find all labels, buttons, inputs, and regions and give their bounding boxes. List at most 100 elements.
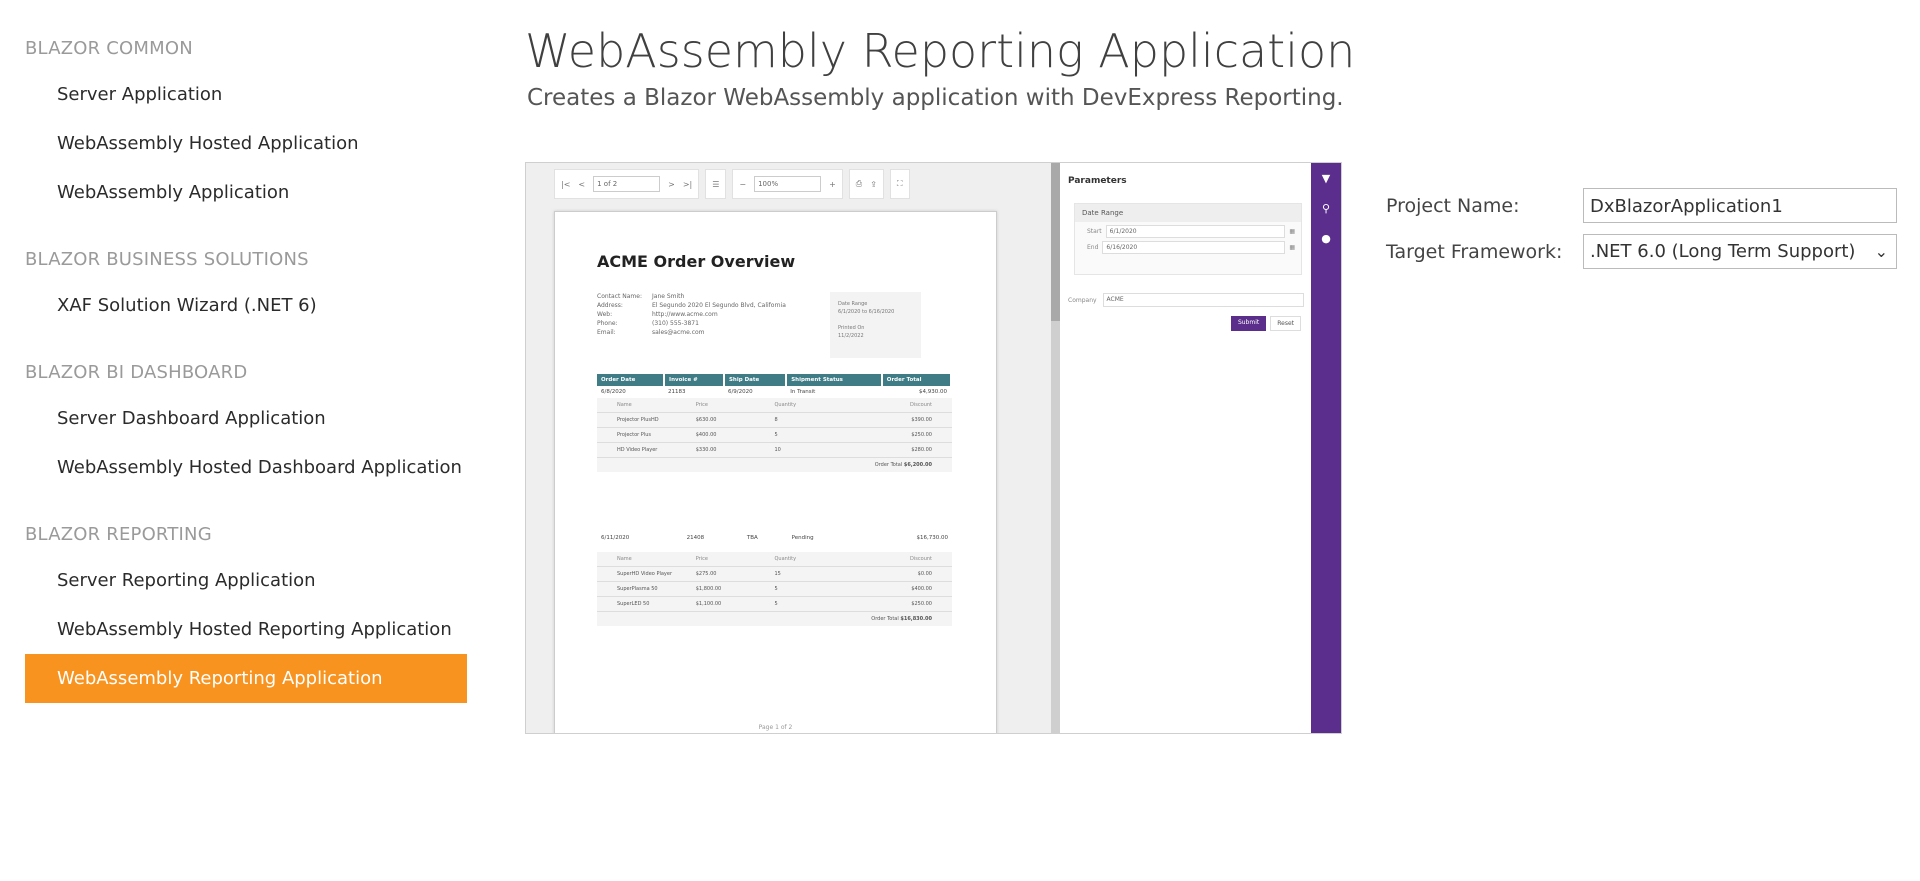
detail-cell: Projector PlusHD	[617, 417, 659, 423]
company-field: ACME	[1102, 293, 1304, 307]
end-label: End	[1087, 244, 1099, 251]
detail-cell: 5	[774, 586, 778, 592]
nav-item-server-application[interactable]: Server Application	[25, 70, 467, 119]
group-header-blazor-bi-dashboard: BLAZOR BI DASHBOARD	[25, 362, 248, 383]
target-framework-select[interactable]: .NET 6.0 (Long Term Support) ⌄	[1583, 234, 1897, 269]
chevron-down-icon: ⌄	[1874, 242, 1888, 261]
detail-cell: $250.00	[911, 601, 932, 607]
detail-cell: SuperPlasma 50	[617, 586, 658, 592]
order-detail-1: Name Price Quantity Discount Projector Plus…	[597, 398, 952, 472]
detail-header: Quantity	[774, 556, 797, 562]
report-viewer-area: |< < 1 of 2 > >| ☰ − 100% + ⎙ ⇪ ⛶ ACME O…	[526, 163, 1051, 733]
submit-button: Submit	[1230, 316, 1267, 331]
nav-item-server-dashboard-application[interactable]: Server Dashboard Application	[25, 394, 467, 443]
nav-item-xaf-solution-wizard[interactable]: XAF Solution Wizard (.NET 6)	[25, 281, 467, 330]
last-page-icon: >|	[682, 179, 693, 189]
column-header: Shipment Status	[786, 374, 883, 386]
end-date-field: 6/16/2020	[1102, 241, 1286, 254]
first-page-icon: |<	[561, 179, 571, 189]
multipage-icon: ☰	[712, 179, 720, 189]
parameters-title: Parameters	[1068, 176, 1127, 186]
nav-item-webassembly-hosted-dashboard-application[interactable]: WebAssembly Hosted Dashboard Application	[25, 443, 467, 492]
detail-cell: 5	[774, 432, 778, 438]
detail-cell: $400.00	[911, 586, 932, 592]
reset-button: Reset	[1270, 316, 1301, 331]
preview-scrollbar-thumb	[1051, 163, 1060, 321]
start-date-field: 6/1/2020	[1105, 225, 1286, 238]
list-item: SuperLED 50 $1,100.00 5 $250.00	[597, 597, 952, 612]
printed-label: Printed On	[838, 325, 865, 331]
date-range-box: Date Range 6/1/2020 to 6/16/2020 Printed…	[830, 292, 921, 358]
company-label: Company	[1068, 296, 1097, 304]
page-input: 1 of 2	[593, 176, 661, 192]
prev-page-icon: <	[578, 179, 586, 189]
table-row: 6/11/2020 21408 TBA Pending $16,730.00	[597, 532, 952, 544]
contact-value: (310) 555-3871	[652, 320, 699, 327]
template-preview-image: |< < 1 of 2 > >| ☰ − 100% + ⎙ ⇪ ⛶ ACME O…	[525, 162, 1342, 734]
zoom-out-icon: −	[739, 179, 747, 189]
detail-header: Price	[695, 556, 708, 562]
viewer-tab-strip: ▼ ⚲ ●	[1311, 163, 1341, 733]
parameters-panel: Parameters Date Range Start 6/1/2020 ▦ E…	[1060, 163, 1311, 733]
nav-item-webassembly-application[interactable]: WebAssembly Application	[25, 168, 467, 217]
contact-label: Contact Name:	[597, 293, 642, 300]
nav-item-server-reporting-application[interactable]: Server Reporting Application	[25, 556, 467, 605]
nav-item-webassembly-hosted-application[interactable]: WebAssembly Hosted Application	[25, 119, 467, 168]
nav-item-webassembly-reporting-application[interactable]: WebAssembly Reporting Application	[25, 654, 467, 703]
ship-date-cell: 6/9/2020	[727, 389, 753, 395]
target-framework-value: .NET 6.0 (Long Term Support)	[1590, 241, 1856, 262]
orders-table: Order Date Invoice # Ship Date Shipment …	[597, 374, 953, 398]
date-range-group: Date Range Start 6/1/2020 ▦ End 6/16/202…	[1074, 203, 1302, 275]
detail-cell: $390.00	[911, 417, 932, 423]
group-header-blazor-common: BLAZOR COMMON	[25, 38, 193, 59]
detail-header: Price	[695, 402, 708, 408]
list-item: SuperHD Video Player $275.00 15 $0.00	[597, 567, 952, 582]
order-total-label: Order Total	[874, 462, 903, 468]
orders-table-row-2: 6/11/2020 21408 TBA Pending $16,730.00	[597, 532, 952, 544]
fullscreen-group: ⛶	[889, 169, 910, 199]
detail-cell: 8	[774, 417, 778, 423]
contact-label: Address:	[597, 302, 623, 309]
invoice-cell: 21183	[668, 389, 686, 395]
page-footer: Page 1 of 2	[758, 724, 793, 731]
start-label: Start	[1087, 228, 1102, 235]
ship-date-cell: TBA	[746, 535, 758, 541]
detail-cell: SuperLED 50	[617, 601, 650, 607]
column-header: Invoice #	[664, 374, 725, 386]
invoice-cell: 21408	[686, 535, 705, 541]
order-total-value: $16,830.00	[900, 616, 932, 622]
order-detail-2: Name Price Quantity Discount SuperHD Video …	[597, 552, 952, 626]
project-name-input[interactable]: DxBlazorApplication1	[1583, 188, 1897, 223]
detail-cell: 5	[774, 601, 778, 607]
zoom-in-icon: +	[829, 179, 836, 189]
detail-cell: $0.00	[917, 571, 932, 577]
contact-block: Contact Name: Jane Smith Address: El Segun…	[597, 292, 786, 337]
nav-item-webassembly-hosted-reporting-application[interactable]: WebAssembly Hosted Reporting Application	[25, 605, 467, 654]
detail-cell: $1,100.00	[695, 601, 722, 607]
filter-icon: ▼	[1321, 171, 1331, 185]
page-navigation-group: |< < 1 of 2 > >|	[554, 169, 700, 199]
list-item: Projector Plus $400.00 5 $250.00	[597, 428, 952, 443]
detail-cell: Projector Plus	[617, 432, 651, 438]
search-icon: ⚲	[1321, 201, 1331, 215]
detail-cell: HD Video Player	[617, 447, 658, 453]
date-range-value: 6/1/2020 to 6/16/2020	[838, 309, 895, 315]
contact-label: Phone:	[597, 320, 618, 327]
status-cell: Pending	[791, 535, 814, 541]
list-item: SuperPlasma 50 $1,800.00 5 $400.00	[597, 582, 952, 597]
calendar-icon: ▦	[1289, 244, 1295, 251]
detail-cell: $250.00	[911, 432, 932, 438]
order-total-label: Order Total	[871, 616, 899, 622]
print-icon: ⎙	[855, 179, 863, 188]
detail-header: Discount	[910, 556, 932, 562]
print-export-group: ⎙ ⇪	[848, 169, 884, 199]
detail-cell: SuperHD Video Player	[617, 571, 673, 577]
detail-cell: $1,800.00	[695, 586, 722, 592]
zoom-group: − 100% +	[732, 169, 843, 199]
contact-value: El Segundo 2020 El Segundo Blvd, Califor…	[652, 302, 786, 309]
detail-cell: $630.00	[695, 417, 717, 423]
contact-value: Jane Smith	[652, 293, 685, 300]
fullscreen-icon: ⛶	[896, 179, 903, 188]
detail-cell: 10	[774, 447, 781, 453]
page-title: WebAssembly Reporting Application	[525, 24, 1356, 78]
